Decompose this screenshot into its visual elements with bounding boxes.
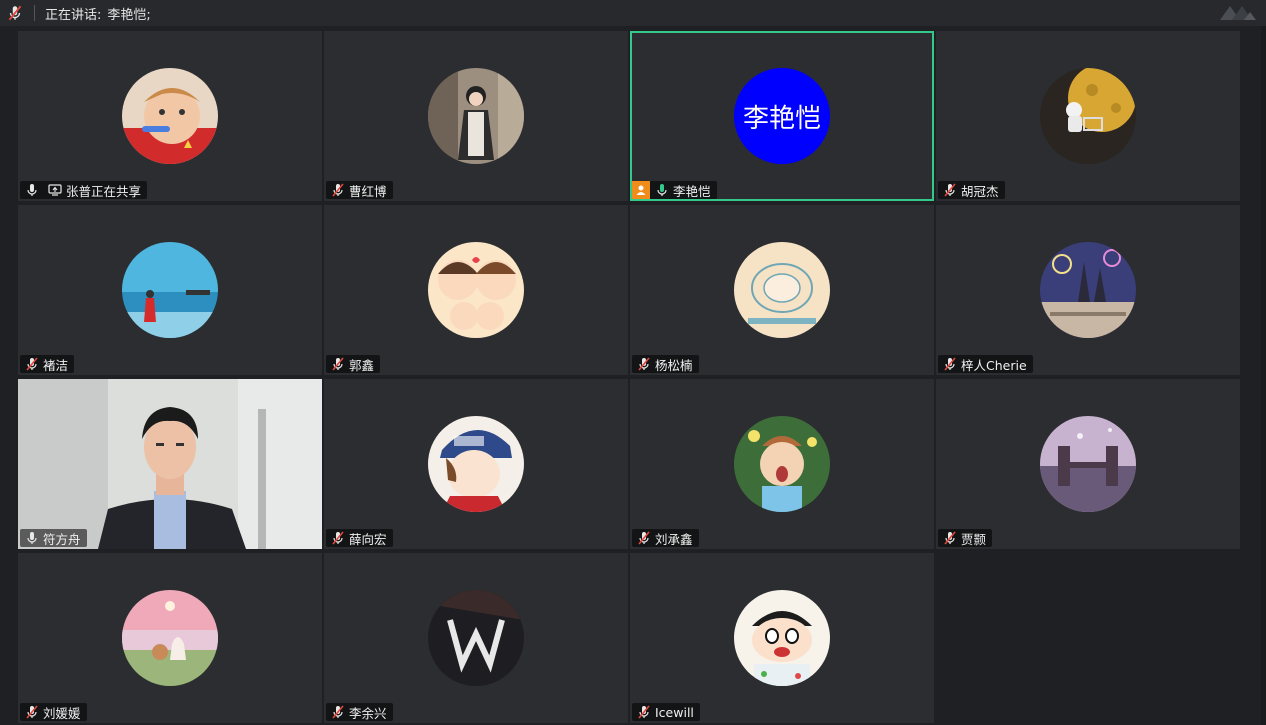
participant-name: 贾颢 xyxy=(961,531,987,547)
participant-tile[interactable]: 贾颢 xyxy=(936,379,1240,549)
speaking-name: 李艳恺; xyxy=(107,7,151,23)
mic-muted-icon xyxy=(636,704,652,720)
nameplate: 张普正在共享 xyxy=(20,181,148,199)
avatar xyxy=(1040,242,1136,338)
participant-name: 李艳恺 xyxy=(673,183,711,199)
mic-muted-icon xyxy=(330,182,346,198)
participant-tile[interactable]: 胡冠杰 xyxy=(936,31,1240,201)
avatar xyxy=(428,68,524,164)
participant-tile[interactable]: 张普正在共享 xyxy=(18,31,322,201)
nameplate: 贾颢 xyxy=(938,529,993,547)
participant-tile-video[interactable]: 符方舟 xyxy=(18,379,322,549)
avatar-initials: 李艳恺 xyxy=(734,68,830,164)
video-grid: 张普正在共享 曹红博 李艳恺 李艳恺 胡冠杰 褚洁 郭鑫 杨松楠 梓人Cheri… xyxy=(18,31,1242,725)
screen-share-icon xyxy=(47,182,63,198)
mic-muted-icon[interactable] xyxy=(6,4,24,22)
divider xyxy=(34,5,35,21)
nameplate: 符方舟 xyxy=(20,529,87,547)
participant-tile[interactable]: 薛向宏 xyxy=(324,379,628,549)
mic-muted-icon xyxy=(24,356,40,372)
avatar xyxy=(734,590,830,686)
speaking-label: 正在讲话: xyxy=(45,7,102,23)
nameplate: 杨松楠 xyxy=(632,355,699,373)
avatar xyxy=(122,242,218,338)
participant-tile[interactable]: 褚洁 xyxy=(18,205,322,375)
video-feed xyxy=(18,379,322,549)
participant-name: 曹红博 xyxy=(349,183,387,199)
nameplate: 褚洁 xyxy=(20,355,75,373)
mic-muted-icon xyxy=(330,704,346,720)
mic-muted-icon xyxy=(942,530,958,546)
participant-name: Icewill xyxy=(655,704,694,720)
participant-tile[interactable]: 郭鑫 xyxy=(324,205,628,375)
nameplate: 郭鑫 xyxy=(326,355,381,373)
mic-active-icon xyxy=(654,182,670,198)
mic-muted-icon xyxy=(942,182,958,198)
participant-name: 李余兴 xyxy=(349,705,387,721)
nameplate: Icewill xyxy=(632,703,700,721)
avatar xyxy=(1040,68,1136,164)
participant-name: 薛向宏 xyxy=(349,531,387,547)
participant-name: 符方舟 xyxy=(43,531,81,547)
nameplate: 梓人Cherie xyxy=(938,355,1033,373)
nameplate: 胡冠杰 xyxy=(938,181,1005,199)
participant-name: 刘承鑫 xyxy=(655,531,693,547)
avatar xyxy=(734,242,830,338)
right-edge xyxy=(1261,26,1266,725)
nameplate: 刘承鑫 xyxy=(632,529,699,547)
participant-name: 刘媛媛 xyxy=(43,705,81,721)
host-badge-icon xyxy=(632,181,650,199)
mic-muted-icon xyxy=(330,356,346,372)
participant-tile[interactable]: 梓人Cherie xyxy=(936,205,1240,375)
avatar xyxy=(122,590,218,686)
avatar xyxy=(428,242,524,338)
nameplate: 薛向宏 xyxy=(326,529,393,547)
mic-muted-icon xyxy=(24,704,40,720)
participant-name: 张普正在共享 xyxy=(66,183,142,199)
avatar xyxy=(428,590,524,686)
mic-muted-icon xyxy=(942,356,958,372)
empty-tile xyxy=(936,553,1240,723)
nameplate: 刘媛媛 xyxy=(20,703,87,721)
participant-tile[interactable]: 曹红博 xyxy=(324,31,628,201)
avatar xyxy=(1040,416,1136,512)
mic-muted-icon xyxy=(330,530,346,546)
participant-name: 胡冠杰 xyxy=(961,183,999,199)
participant-tile[interactable]: Icewill xyxy=(630,553,934,723)
participant-name: 梓人Cherie xyxy=(961,357,1027,373)
avatar xyxy=(734,416,830,512)
mic-muted-icon xyxy=(636,356,652,372)
participant-tile[interactable]: 刘媛媛 xyxy=(18,553,322,723)
mic-muted-icon xyxy=(636,530,652,546)
nameplate: 李余兴 xyxy=(326,703,393,721)
app-logo-icon xyxy=(1220,6,1256,20)
participant-name: 褚洁 xyxy=(43,357,69,373)
participant-tile[interactable]: 李余兴 xyxy=(324,553,628,723)
avatar xyxy=(428,416,524,512)
nameplate: 曹红博 xyxy=(326,181,393,199)
participant-tile[interactable]: 杨松楠 xyxy=(630,205,934,375)
participant-name: 杨松楠 xyxy=(655,357,693,373)
nameplate: 李艳恺 xyxy=(632,181,717,199)
mic-on-icon xyxy=(24,182,40,198)
avatar xyxy=(122,68,218,164)
participant-tile[interactable]: 刘承鑫 xyxy=(630,379,934,549)
mic-on-icon xyxy=(24,530,40,546)
top-bar: 正在讲话: 李艳恺; xyxy=(0,0,1266,26)
participant-tile-active-speaker[interactable]: 李艳恺 李艳恺 xyxy=(630,31,934,201)
participant-name: 郭鑫 xyxy=(349,357,375,373)
